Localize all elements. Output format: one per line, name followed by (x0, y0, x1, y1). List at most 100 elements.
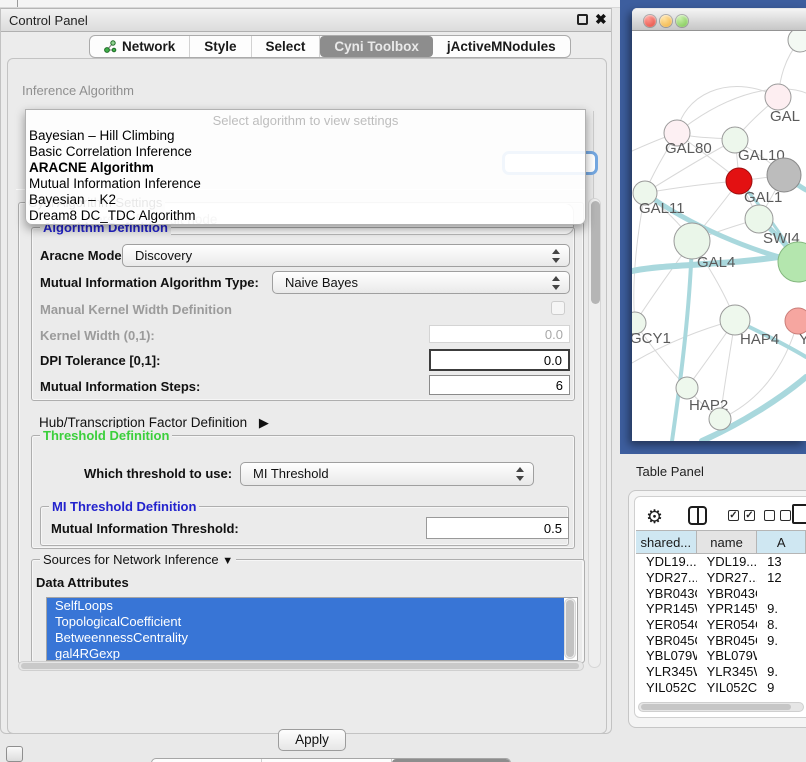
tab-jactivemnodules[interactable]: jActiveMNodules (433, 36, 570, 57)
settings-scrollbar-vertical[interactable] (588, 198, 601, 668)
table-row[interactable]: YDL19...YDL19...13 (636, 554, 806, 570)
table-cell: YIL052C (697, 680, 758, 695)
data-attributes-list[interactable]: SelfLoopsTopologicalCoefficientBetweenne… (46, 597, 578, 661)
minimize-traffic-icon[interactable] (660, 15, 672, 27)
algorithm-popup: Select algorithm to view settings Bayesi… (25, 109, 586, 225)
float-window-icon[interactable] (577, 14, 588, 25)
table-cell: YBR045C (636, 633, 697, 648)
attribute-item[interactable]: gal4RGexp (47, 646, 564, 661)
settings-scrollbar-horizontal[interactable] (18, 661, 584, 671)
network-canvas[interactable]: GALGAL80GAL10GAL1GAL11GAL4SWI4GCY1HAP4YH… (632, 31, 806, 441)
select-all-columns-icon[interactable]: ✓✓ (728, 510, 758, 523)
control-panel-title: Control Panel (9, 13, 88, 28)
sources-group-title[interactable]: Sources for Network Inference ▼ (40, 552, 236, 567)
table-row[interactable]: YDR27...YDR27...12 (636, 570, 806, 586)
table-cell: 9. (757, 633, 806, 648)
algorithm-option[interactable]: Bayesian – Hill Climbing (26, 128, 585, 144)
table-cell: YBR043C (636, 586, 697, 601)
table-row[interactable]: YIL052CYIL052C9 (636, 680, 806, 696)
combo-arrows-icon (516, 467, 525, 481)
split-columns-icon[interactable] (688, 506, 707, 525)
tab-group: Network Style Select Cyni ToolboxjActiveMNo… (89, 35, 571, 58)
document-icon[interactable] (792, 504, 806, 524)
control-panel-titlebar: Control Panel ✖ (1, 9, 611, 32)
zoom-traffic-icon[interactable] (676, 15, 688, 27)
minimized-panel-icon[interactable] (6, 746, 23, 762)
network-node-hap2[interactable] (676, 377, 698, 399)
chevron-right-icon: ▶ (259, 415, 269, 430)
close-traffic-icon[interactable] (644, 15, 656, 27)
kernel-width-field[interactable] (429, 325, 570, 343)
algorithm-placeholder: Select algorithm to view settings (26, 110, 585, 128)
deselect-all-columns-icon[interactable] (764, 510, 794, 523)
combo-arrows-icon (552, 249, 561, 263)
mi-steps-field[interactable] (429, 375, 570, 395)
control-panel-window: Control Panel ✖ Network Style Select Cyni T… (0, 8, 612, 734)
table-cell: YDL19... (697, 554, 758, 569)
table-row[interactable]: YER054CYER054C8. (636, 617, 806, 633)
algorithm-option[interactable]: Bayesian – K2 (26, 192, 585, 208)
table-panel-title: Table Panel (636, 464, 704, 479)
network-node-gal[interactable] (765, 84, 791, 110)
table-cell: YDR27... (697, 570, 758, 585)
network-node[interactable] (767, 158, 801, 192)
dpi-tolerance-field[interactable] (429, 349, 570, 371)
network-window: GALGAL80GAL10GAL1GAL11GAL4SWI4GCY1HAP4YH… (632, 8, 806, 441)
algorithm-definition-group: Algorithm Definition Aracne Mode: Discov… (31, 227, 575, 401)
network-node[interactable] (778, 242, 806, 282)
table-row[interactable]: YBR045CYBR045C9. (636, 632, 806, 648)
column-header[interactable]: name (697, 531, 758, 553)
node-label: GCY1 (632, 330, 671, 347)
node-label: GAL11 (639, 200, 685, 217)
tab-label: Style (204, 39, 236, 54)
attribute-item[interactable]: TopologicalCoefficient (47, 614, 564, 630)
table-cell: 12 (757, 570, 806, 585)
mi-type-value: Naive Bayes (285, 275, 358, 290)
tab-style[interactable]: Style (190, 36, 251, 57)
algorithm-option[interactable]: Basic Correlation Inference (26, 144, 585, 160)
algorithm-option[interactable]: ARACNE Algorithm (26, 160, 585, 176)
which-threshold-combo[interactable]: MI Threshold (240, 462, 534, 486)
network-node-swi4[interactable] (745, 205, 773, 233)
manual-kernel-checkbox[interactable] (551, 301, 565, 315)
table-cell: YPR145W (697, 601, 758, 616)
apply-button[interactable]: Apply (278, 729, 346, 751)
mi-threshold-field[interactable] (426, 517, 569, 539)
threshold-definition-group: Threshold Definition Which threshold to … (31, 435, 575, 549)
algorithm-list: Bayesian – Hill ClimbingBasic Correlatio… (26, 128, 585, 224)
tab-label: Select (266, 39, 306, 54)
attributes-scrollbar[interactable] (564, 598, 576, 659)
manual-kernel-label: Manual Kernel Width Definition (40, 302, 232, 317)
table-cell: 8. (757, 617, 806, 632)
mi-type-combo[interactable]: Naive Bayes (272, 271, 570, 294)
tab-select[interactable]: Select (252, 36, 321, 57)
which-threshold-label: Which threshold to use: (84, 466, 232, 481)
dpi-tolerance-label: DPI Tolerance [0,1]: (40, 353, 160, 368)
table-row[interactable]: YBL079WYBL079W (636, 648, 806, 664)
top-tick (17, 0, 18, 7)
algorithm-option[interactable]: Mutual Information Inference (26, 176, 585, 192)
column-header[interactable]: A (757, 531, 806, 553)
node-label: GAL4 (697, 254, 735, 271)
which-threshold-value: MI Threshold (253, 466, 329, 481)
aracne-mode-label: Aracne Mode: (40, 248, 126, 263)
top-strip (0, 0, 620, 8)
table-header-row: shared...nameA (636, 530, 806, 554)
table-cell: YBL079W (697, 648, 758, 663)
network-node[interactable] (709, 408, 731, 430)
gear-icon[interactable]: ⚙ (646, 506, 663, 529)
table-row[interactable]: YLR345WYLR345W9. (636, 664, 806, 680)
attribute-item[interactable]: SelfLoops (47, 598, 564, 614)
table-row[interactable]: YBR043CYBR043C (636, 585, 806, 601)
close-icon[interactable]: ✖ (595, 11, 607, 28)
tab-network[interactable]: Network (90, 36, 190, 57)
table-row[interactable]: YPR145WYPR145W9. (636, 601, 806, 617)
attribute-item[interactable]: BetweennessCentrality (47, 630, 564, 646)
table-scrollbar-horizontal[interactable] (638, 702, 804, 712)
aracne-mode-combo[interactable]: Discovery (122, 244, 570, 267)
column-header[interactable]: shared... (636, 531, 697, 553)
algorithm-option[interactable]: Dream8 DC_TDC Algorithm (26, 208, 585, 224)
node-label: GAL (770, 108, 800, 125)
tab-cyni-toolbox[interactable]: Cyni Toolbox (320, 36, 433, 57)
network-node[interactable] (788, 31, 806, 52)
